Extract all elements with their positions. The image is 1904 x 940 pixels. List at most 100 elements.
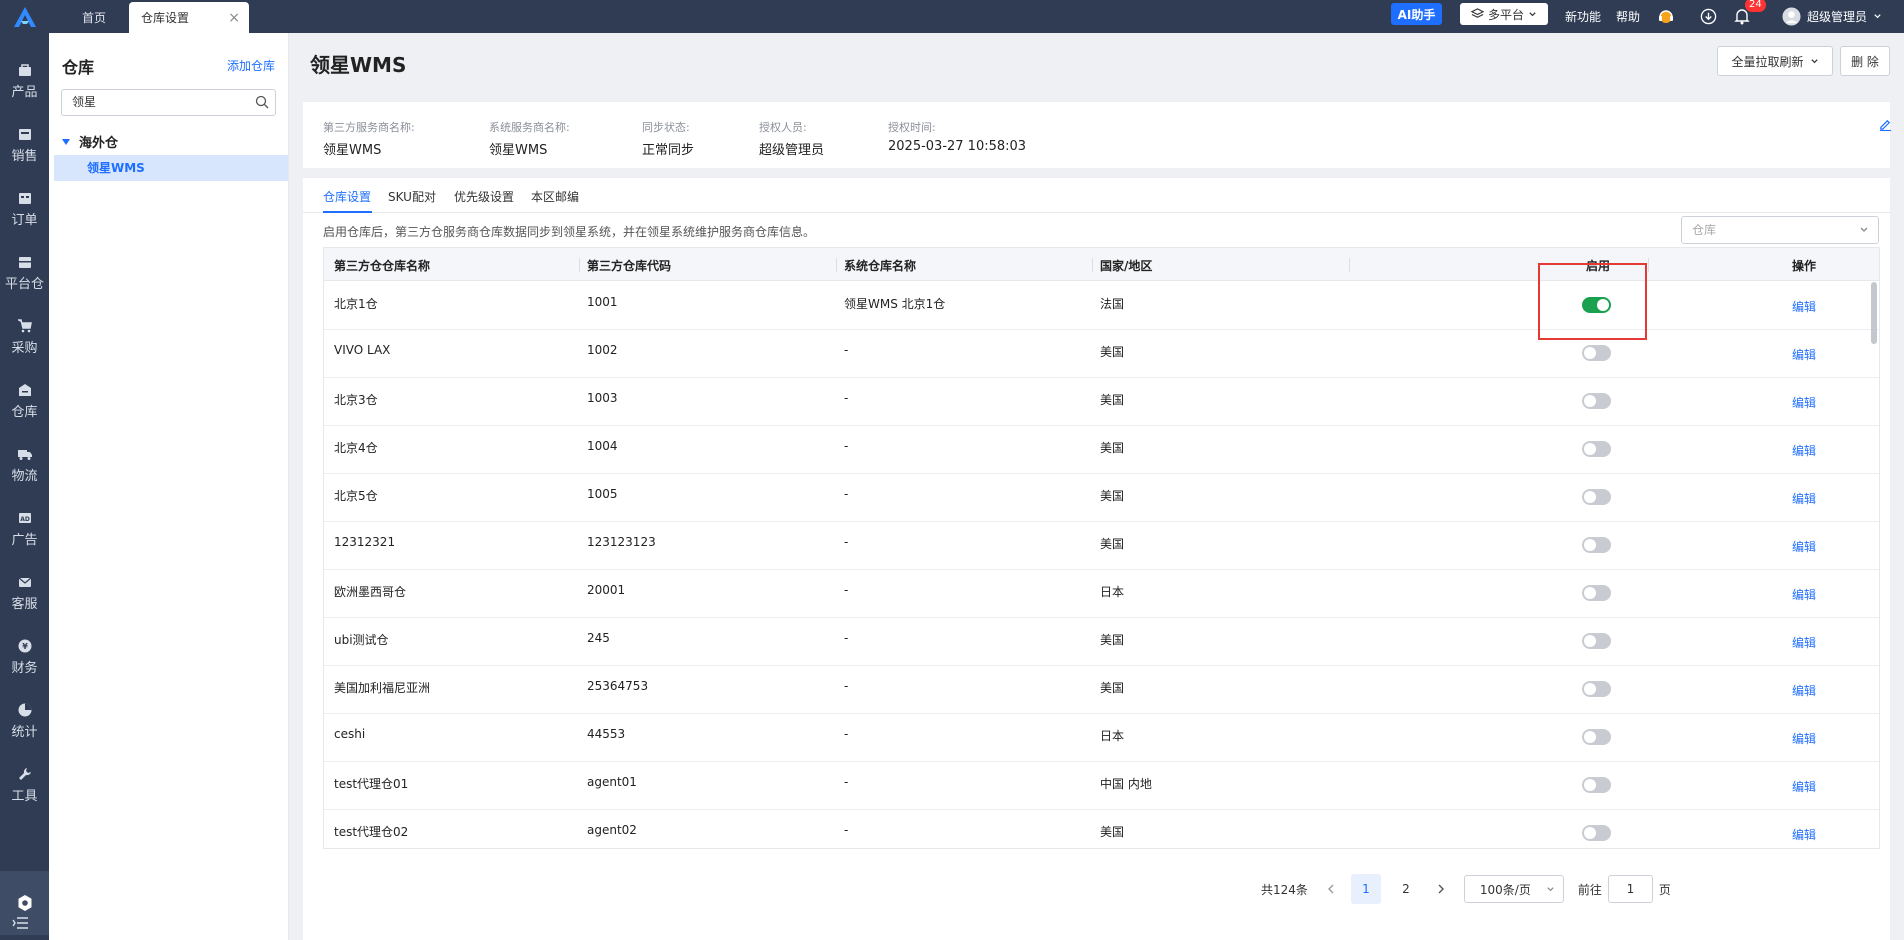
enable-toggle[interactable] (1582, 345, 1611, 361)
tab-priority-settings[interactable]: 优先级设置 (454, 188, 514, 205)
provider-info-card: 第三方服务商名称: 领星WMS 系统服务商名称: 领星WMS 同步状态: 正常同步 授… (303, 102, 1892, 168)
toggle-knob (1584, 827, 1596, 839)
table-cell: 美国 (1100, 633, 1125, 647)
chevron-left-icon (1327, 884, 1334, 894)
enable-toggle[interactable] (1582, 633, 1611, 649)
app-logo-icon[interactable] (0, 0, 49, 33)
goto-prefix: 前往 (1577, 882, 1602, 897)
tab-warehouse-settings[interactable]: 仓库设置 × (129, 2, 249, 33)
sidebar-item-ads[interactable]: AD 广告 (0, 499, 49, 559)
page-2-button[interactable]: 2 (1391, 874, 1421, 904)
enable-toggle[interactable] (1582, 489, 1611, 505)
info-third-party-provider: 第三方服务商名称: 领星WMS (323, 119, 415, 158)
sidebar-item-tools[interactable]: 工具 (0, 755, 49, 815)
tab-warehouse-settings[interactable]: 仓库设置 (323, 188, 371, 205)
sidebar-item-logistics[interactable]: 物流 (0, 435, 49, 495)
prev-page-button[interactable] (1316, 874, 1346, 904)
table-cell: 美国 (1100, 681, 1125, 695)
page-1-button[interactable]: 1 (1350, 874, 1381, 904)
sidebar-item-purchase[interactable]: 采购 (0, 307, 49, 367)
edit-pen-icon[interactable] (1879, 118, 1892, 131)
goto-suffix: 页 (1658, 882, 1671, 897)
tab-local-postcode[interactable]: 本区邮编 (531, 188, 579, 205)
enable-toggle[interactable] (1582, 681, 1611, 697)
edit-link[interactable]: 编辑 (1792, 298, 1816, 315)
sidebar-item-product[interactable]: 产品 (0, 51, 49, 111)
cart-icon (17, 319, 32, 333)
sidebar-label: 广告 (11, 533, 38, 548)
warehouse-search-input[interactable]: 领星 (61, 89, 276, 116)
page-size-select[interactable]: 100条/页 (1463, 875, 1564, 903)
enable-toggle[interactable] (1582, 777, 1611, 793)
download-icon[interactable] (1700, 0, 1717, 33)
user-menu[interactable]: 超级管理员 (1782, 0, 1882, 33)
edit-link[interactable]: 编辑 (1792, 346, 1816, 363)
edit-link[interactable]: 编辑 (1792, 490, 1816, 507)
search-icon[interactable] (255, 95, 269, 109)
enable-toggle[interactable] (1582, 393, 1611, 409)
table-cell: 欧洲墨西哥仓 (334, 585, 407, 599)
delete-button[interactable]: 删 除 (1840, 46, 1890, 76)
edit-link[interactable]: 编辑 (1792, 826, 1816, 843)
product-icon (18, 64, 31, 76)
next-page-button[interactable] (1426, 874, 1456, 904)
edit-link[interactable]: 编辑 (1792, 730, 1816, 747)
tree-node-overseas[interactable]: 海外仓 (61, 132, 118, 151)
table-scrollbar[interactable] (1871, 282, 1877, 344)
enable-toggle[interactable] (1582, 441, 1611, 457)
sidebar-item-sales[interactable]: 销售 (0, 115, 49, 175)
enable-toggle[interactable] (1582, 825, 1611, 841)
add-warehouse-link[interactable]: 添加仓库 (227, 57, 275, 74)
help-link[interactable]: 帮助 (1616, 0, 1640, 33)
sidebar-item-warehouse[interactable]: 仓库 (0, 371, 49, 431)
sidebar-item-finance[interactable]: ¥ 财务 (0, 627, 49, 687)
svg-text:AD: AD (20, 516, 30, 523)
top-bar: 首页 仓库设置 × AI助手 多平台 新功能 帮助 24 超级管理员 (0, 0, 1904, 33)
platform-dropdown[interactable]: 多平台 (1460, 3, 1548, 25)
edit-link[interactable]: 编辑 (1792, 538, 1816, 555)
column-divider (1349, 258, 1350, 272)
edit-link[interactable]: 编辑 (1792, 778, 1816, 795)
chevron-down-icon (1529, 11, 1536, 16)
warehouse-filter-select[interactable]: 仓库 (1681, 216, 1879, 244)
table-cell: 美国 (1100, 537, 1125, 551)
sidebar-label: 平台仓 (4, 277, 44, 292)
tree-node-lingxing-wms[interactable]: 领星WMS (54, 155, 288, 181)
full-refresh-button[interactable]: 全量拉取刷新 (1717, 46, 1833, 76)
enable-toggle[interactable] (1582, 537, 1611, 553)
table-cell: 1001 (587, 295, 618, 309)
edit-link[interactable]: 编辑 (1792, 442, 1816, 459)
column-header: 第三方仓仓库名称 (334, 259, 431, 273)
table-cell: - (844, 679, 849, 693)
table-cell: 25364753 (587, 679, 649, 693)
main-sidebar: 产品 销售 订单 平台仓 采购 仓库 物流 AD 广告 客服 ¥ 财务 统计 工具 (0, 33, 49, 940)
sidebar-item-platform-warehouse[interactable]: 平台仓 (0, 243, 49, 303)
tab-sku-pairing[interactable]: SKU配对 (388, 188, 436, 205)
warehouse-panel: 仓库 添加仓库 领星 海外仓 领星WMS (49, 33, 289, 940)
sidebar-item-service[interactable]: 客服 (0, 563, 49, 623)
ad-icon: AD (18, 513, 31, 523)
menu-collapse-icon[interactable] (12, 915, 30, 934)
sidebar-item-statistics[interactable]: 统计 (0, 691, 49, 751)
ai-assistant-button[interactable]: AI助手 (1391, 3, 1442, 25)
edit-link[interactable]: 编辑 (1792, 394, 1816, 411)
tab-home[interactable]: 首页 (60, 2, 128, 33)
sidebar-item-order[interactable]: 订单 (0, 179, 49, 239)
edit-link[interactable]: 编辑 (1792, 586, 1816, 603)
toggle-knob (1584, 779, 1596, 791)
column-header: 系统仓库名称 (844, 259, 917, 273)
close-icon[interactable]: × (228, 10, 240, 26)
enable-toggle[interactable] (1582, 585, 1611, 601)
info-sync-status: 同步状态: 正常同步 (642, 119, 694, 158)
headset-icon[interactable] (1657, 0, 1675, 33)
new-feature-link[interactable]: 新功能 (1565, 0, 1601, 33)
edit-link[interactable]: 编辑 (1792, 682, 1816, 699)
enable-toggle[interactable] (1582, 729, 1611, 745)
table-row: 欧洲墨西哥仓 20001 - 日本 编辑 (324, 570, 1879, 618)
toggle-knob (1584, 587, 1596, 599)
table-cell: 美国 (1100, 345, 1125, 359)
goto-page-input[interactable]: 1 (1607, 875, 1653, 903)
toggle-knob (1584, 635, 1596, 647)
column-header: 国家/地区 (1100, 259, 1153, 273)
edit-link[interactable]: 编辑 (1792, 634, 1816, 651)
